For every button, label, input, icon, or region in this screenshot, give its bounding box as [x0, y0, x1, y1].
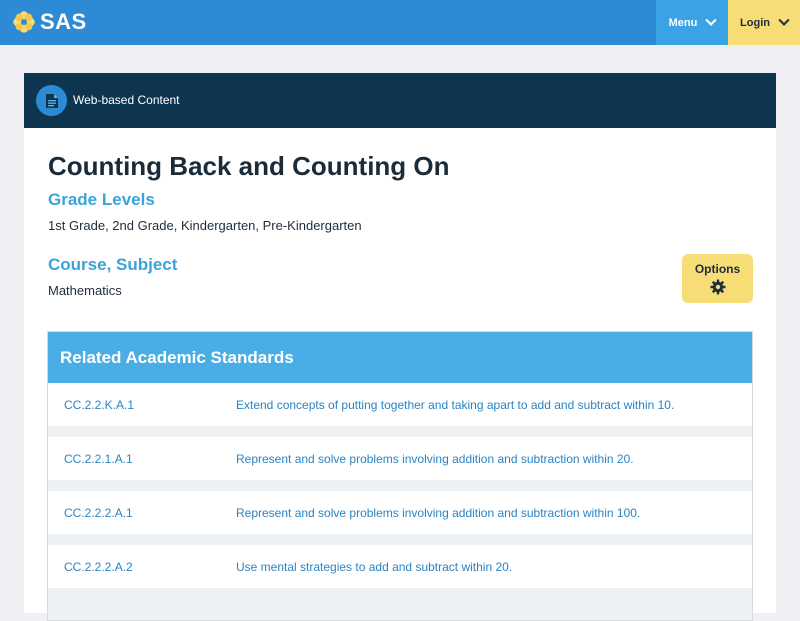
standard-description: Use mental strategies to add and subtrac… — [236, 559, 513, 574]
login-label: Login — [740, 16, 770, 29]
sas-logo[interactable]: SAS — [12, 9, 87, 35]
options-label: Options — [694, 262, 741, 276]
standard-description: Represent and solve problems involving a… — [236, 505, 641, 520]
standard-description: Extend concepts of putting together and … — [236, 397, 675, 412]
chevron-down-icon — [705, 14, 718, 26]
standard-row[interactable]: CC.2.2.K.A.1 Extend concepts of putting … — [48, 383, 752, 426]
grade-levels-heading: Grade Levels — [48, 190, 155, 209]
course-subject-heading: Course, Subject — [48, 255, 178, 274]
login-button[interactable]: Login — [728, 0, 800, 45]
menu-label: Menu — [668, 16, 698, 29]
document-icon — [36, 85, 67, 116]
top-navigation-bar: SAS Menu Login — [0, 0, 800, 45]
resource-type-label: Web-based Content — [73, 93, 180, 107]
standard-code: CC.2.2.2.A.2 — [64, 559, 133, 574]
page-title: Counting Back and Counting On — [48, 151, 450, 181]
related-standards-panel: Related Academic Standards CC.2.2.K.A.1 … — [47, 331, 753, 621]
standards-heading: Related Academic Standards — [48, 332, 752, 383]
resource-type-header: Web-based Content — [24, 73, 776, 128]
options-button[interactable]: Options — [682, 254, 753, 303]
grade-levels-value: 1st Grade, 2nd Grade, Kindergarten, Pre-… — [48, 218, 362, 233]
standard-code: CC.2.2.2.A.1 — [64, 505, 133, 520]
resource-card: Web-based Content Counting Back and Coun… — [24, 73, 776, 621]
menu-button[interactable]: Menu — [656, 0, 728, 45]
logo-text: SAS — [40, 9, 87, 34]
standard-code: CC.2.2.K.A.1 — [64, 397, 135, 412]
standard-row[interactable]: CC.2.2.1.A.1 Represent and solve problem… — [48, 437, 752, 480]
standard-code: CC.2.2.1.A.1 — [64, 451, 133, 466]
flower-logo-icon — [13, 11, 35, 33]
chevron-down-icon — [778, 14, 790, 26]
standard-description: Represent and solve problems involving a… — [236, 451, 634, 466]
gear-icon — [710, 279, 725, 295]
standard-row[interactable]: CC.2.2.2.A.2 Use mental strategies to ad… — [48, 545, 752, 588]
course-subject-value: Mathematics — [48, 283, 122, 298]
standard-row[interactable]: CC.2.2.2.A.1 Represent and solve problem… — [48, 491, 752, 534]
